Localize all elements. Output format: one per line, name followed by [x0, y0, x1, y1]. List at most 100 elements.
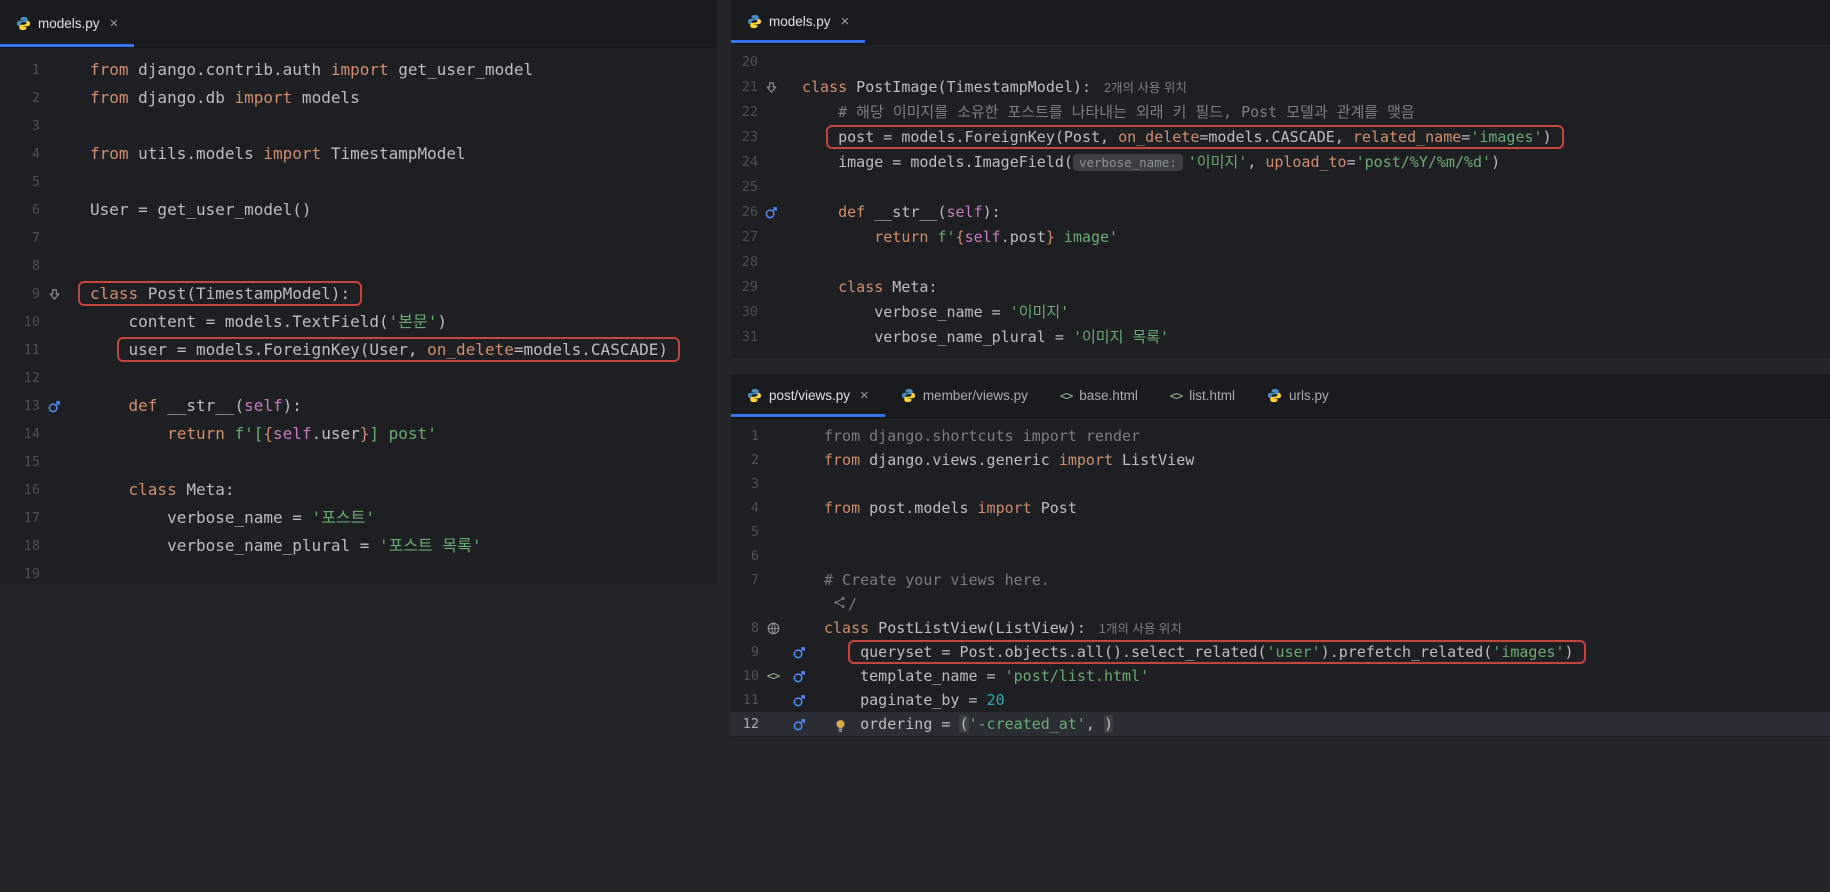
gutter: 11 — [0, 336, 90, 364]
code-text[interactable]: post = models.ForeignKey(Post, on_delete… — [802, 125, 1551, 150]
code-editor[interactable]: 1 from django.shortcuts import render 2 fro… — [731, 418, 1830, 736]
code-text[interactable]: class Meta: — [90, 476, 235, 504]
code-token: ( — [959, 715, 969, 733]
code-token: get_user_model — [388, 60, 534, 79]
gutter: 4 — [0, 140, 90, 168]
code-token: on_delete — [427, 340, 514, 359]
tab-models-py[interactable]: models.py × — [731, 0, 866, 43]
code-line: 1 from django.shortcuts import render — [731, 424, 1830, 448]
tab-base-html[interactable]: <> base.html — [1044, 374, 1154, 417]
gutter: 20 — [731, 50, 802, 75]
code-token: self — [946, 203, 983, 221]
code-text[interactable]: from django.shortcuts import render — [824, 424, 1140, 448]
override-gutter-icon[interactable] — [787, 693, 811, 708]
gutter: 31 — [731, 325, 802, 350]
code-text[interactable]: from django.views.generic import ListVie… — [824, 448, 1194, 472]
line-number: 25 — [741, 179, 758, 195]
tab-models-py[interactable]: models.py × — [0, 0, 135, 47]
code-text[interactable]: return f'{self.post} image' — [802, 225, 1118, 250]
close-tab-icon[interactable]: × — [110, 16, 119, 31]
subclass-gutter-icon[interactable] — [762, 80, 780, 95]
code-text[interactable]: from post.models import Post — [824, 496, 1077, 520]
code-text[interactable]: content = models.TextField('본문') — [90, 308, 447, 336]
gutter: 3 — [731, 472, 824, 496]
code-token: from — [90, 60, 129, 79]
code-editor[interactable]: 1 from django.contrib.auth import get_use… — [0, 48, 717, 584]
override-gutter-icon[interactable] — [762, 205, 780, 220]
code-text[interactable]: def __str__(self): — [802, 200, 1001, 225]
usages-inlay-hint: 2개의 사용 위치 — [1104, 81, 1187, 95]
tab-urls-py[interactable]: urls.py — [1251, 374, 1345, 417]
gutter: 6 — [0, 196, 90, 224]
code-text[interactable]: ordering = ('-created_at', ) — [824, 712, 1113, 736]
line-number: 14 — [23, 426, 40, 442]
code-line: 30 verbose_name = '이미지' — [731, 300, 1830, 325]
globe-gutter-icon[interactable] — [761, 621, 785, 636]
code-token: django.views.generic — [860, 451, 1059, 469]
related-symbols-icon[interactable] — [833, 596, 846, 609]
line-number: 19 — [23, 566, 40, 582]
intention-bulb-icon[interactable] — [833, 716, 848, 737]
gutter: 27 — [731, 225, 802, 250]
code-line: 5 — [0, 168, 717, 196]
code-text[interactable]: user = models.ForeignKey(User, on_delete… — [90, 336, 668, 364]
code-text[interactable]: verbose_name = '포스트' — [90, 504, 375, 532]
code-token: class — [128, 480, 177, 499]
code-text[interactable]: from django.contrib.auth import get_user… — [90, 56, 533, 84]
code-token: def — [128, 396, 158, 415]
subclass-gutter-icon[interactable] — [44, 287, 64, 302]
code-text[interactable]: from utils.models import TimestampModel — [90, 140, 466, 168]
override-gutter-icon[interactable] — [44, 399, 64, 414]
code-token: / — [848, 595, 858, 613]
code-text[interactable]: return f'[{self.user}] post' — [90, 420, 437, 448]
gutter: 13 — [0, 392, 90, 420]
code-text[interactable]: paginate_by = 20 — [824, 688, 1005, 712]
tab-member-views-py[interactable]: member/views.py — [885, 374, 1044, 417]
code-text[interactable]: verbose_name_plural = '포스트 목록' — [90, 532, 481, 560]
code-token: from django.shortcuts import render — [824, 427, 1141, 445]
override-gutter-icon[interactable] — [787, 645, 811, 660]
code-text[interactable]: queryset = Post.objects.all().select_rel… — [824, 640, 1573, 664]
python-file-icon — [16, 16, 31, 31]
html-gutter-icon[interactable]: <> — [761, 664, 785, 688]
gutter: 4 — [731, 496, 824, 520]
parameter-name-hint: verbose_name: — [1072, 154, 1183, 171]
code-text[interactable]: def __str__(self): — [90, 392, 302, 420]
close-tab-icon[interactable]: × — [841, 14, 850, 29]
code-line: 8 — [0, 252, 717, 280]
override-gutter-icon[interactable] — [787, 669, 811, 684]
code-text[interactable]: User = get_user_model() — [90, 196, 312, 224]
tab-list-html[interactable]: <> list.html — [1154, 374, 1251, 417]
close-tab-icon[interactable]: × — [860, 388, 869, 403]
code-token: paginate_by = — [860, 691, 987, 709]
annotation-highlight-box: class Post(TimestampModel): — [90, 284, 350, 303]
code-editor[interactable]: 20 21 class PostImage(TimestampModel): 2개의 … — [731, 44, 1830, 350]
code-text[interactable]: template_name = 'post/list.html' — [824, 664, 1149, 688]
gutter: 18 — [0, 532, 90, 560]
code-text[interactable]: # 해당 이미지를 소유한 포스트를 나타내는 외래 키 필드, Post 모델… — [802, 100, 1415, 125]
code-token: self — [964, 228, 1001, 246]
code-token: models — [292, 88, 360, 107]
code-token: post.models — [860, 499, 978, 517]
line-number: 12 — [742, 716, 759, 732]
override-gutter-icon[interactable] — [787, 717, 811, 732]
code-line: 15 — [0, 448, 717, 476]
code-text[interactable]: class PostImage(TimestampModel): 2개의 사용 위… — [802, 75, 1187, 100]
code-text[interactable]: class Post(TimestampModel): — [90, 280, 350, 308]
code-text[interactable]: from django.db import models — [90, 84, 360, 112]
code-text[interactable]: / — [824, 592, 857, 616]
code-line: 6 — [731, 544, 1830, 568]
tab-post-views-py[interactable]: post/views.py × — [731, 374, 885, 417]
code-text[interactable]: verbose_name = '이미지' — [802, 300, 1069, 325]
code-text[interactable]: # Create your views here. — [824, 568, 1050, 592]
code-text[interactable]: verbose_name_plural = '이미지 목록' — [802, 325, 1169, 350]
code-text[interactable]: class PostListView(ListView): 1개의 사용 위치 — [824, 616, 1182, 640]
gutter: 14 — [0, 420, 90, 448]
code-text[interactable]: class Meta: — [802, 275, 937, 300]
code-line: 7 — [0, 224, 717, 252]
html-file-icon: <> — [1059, 388, 1073, 403]
code-text[interactable]: image = models.ImageField(verbose_name: '… — [802, 150, 1500, 175]
